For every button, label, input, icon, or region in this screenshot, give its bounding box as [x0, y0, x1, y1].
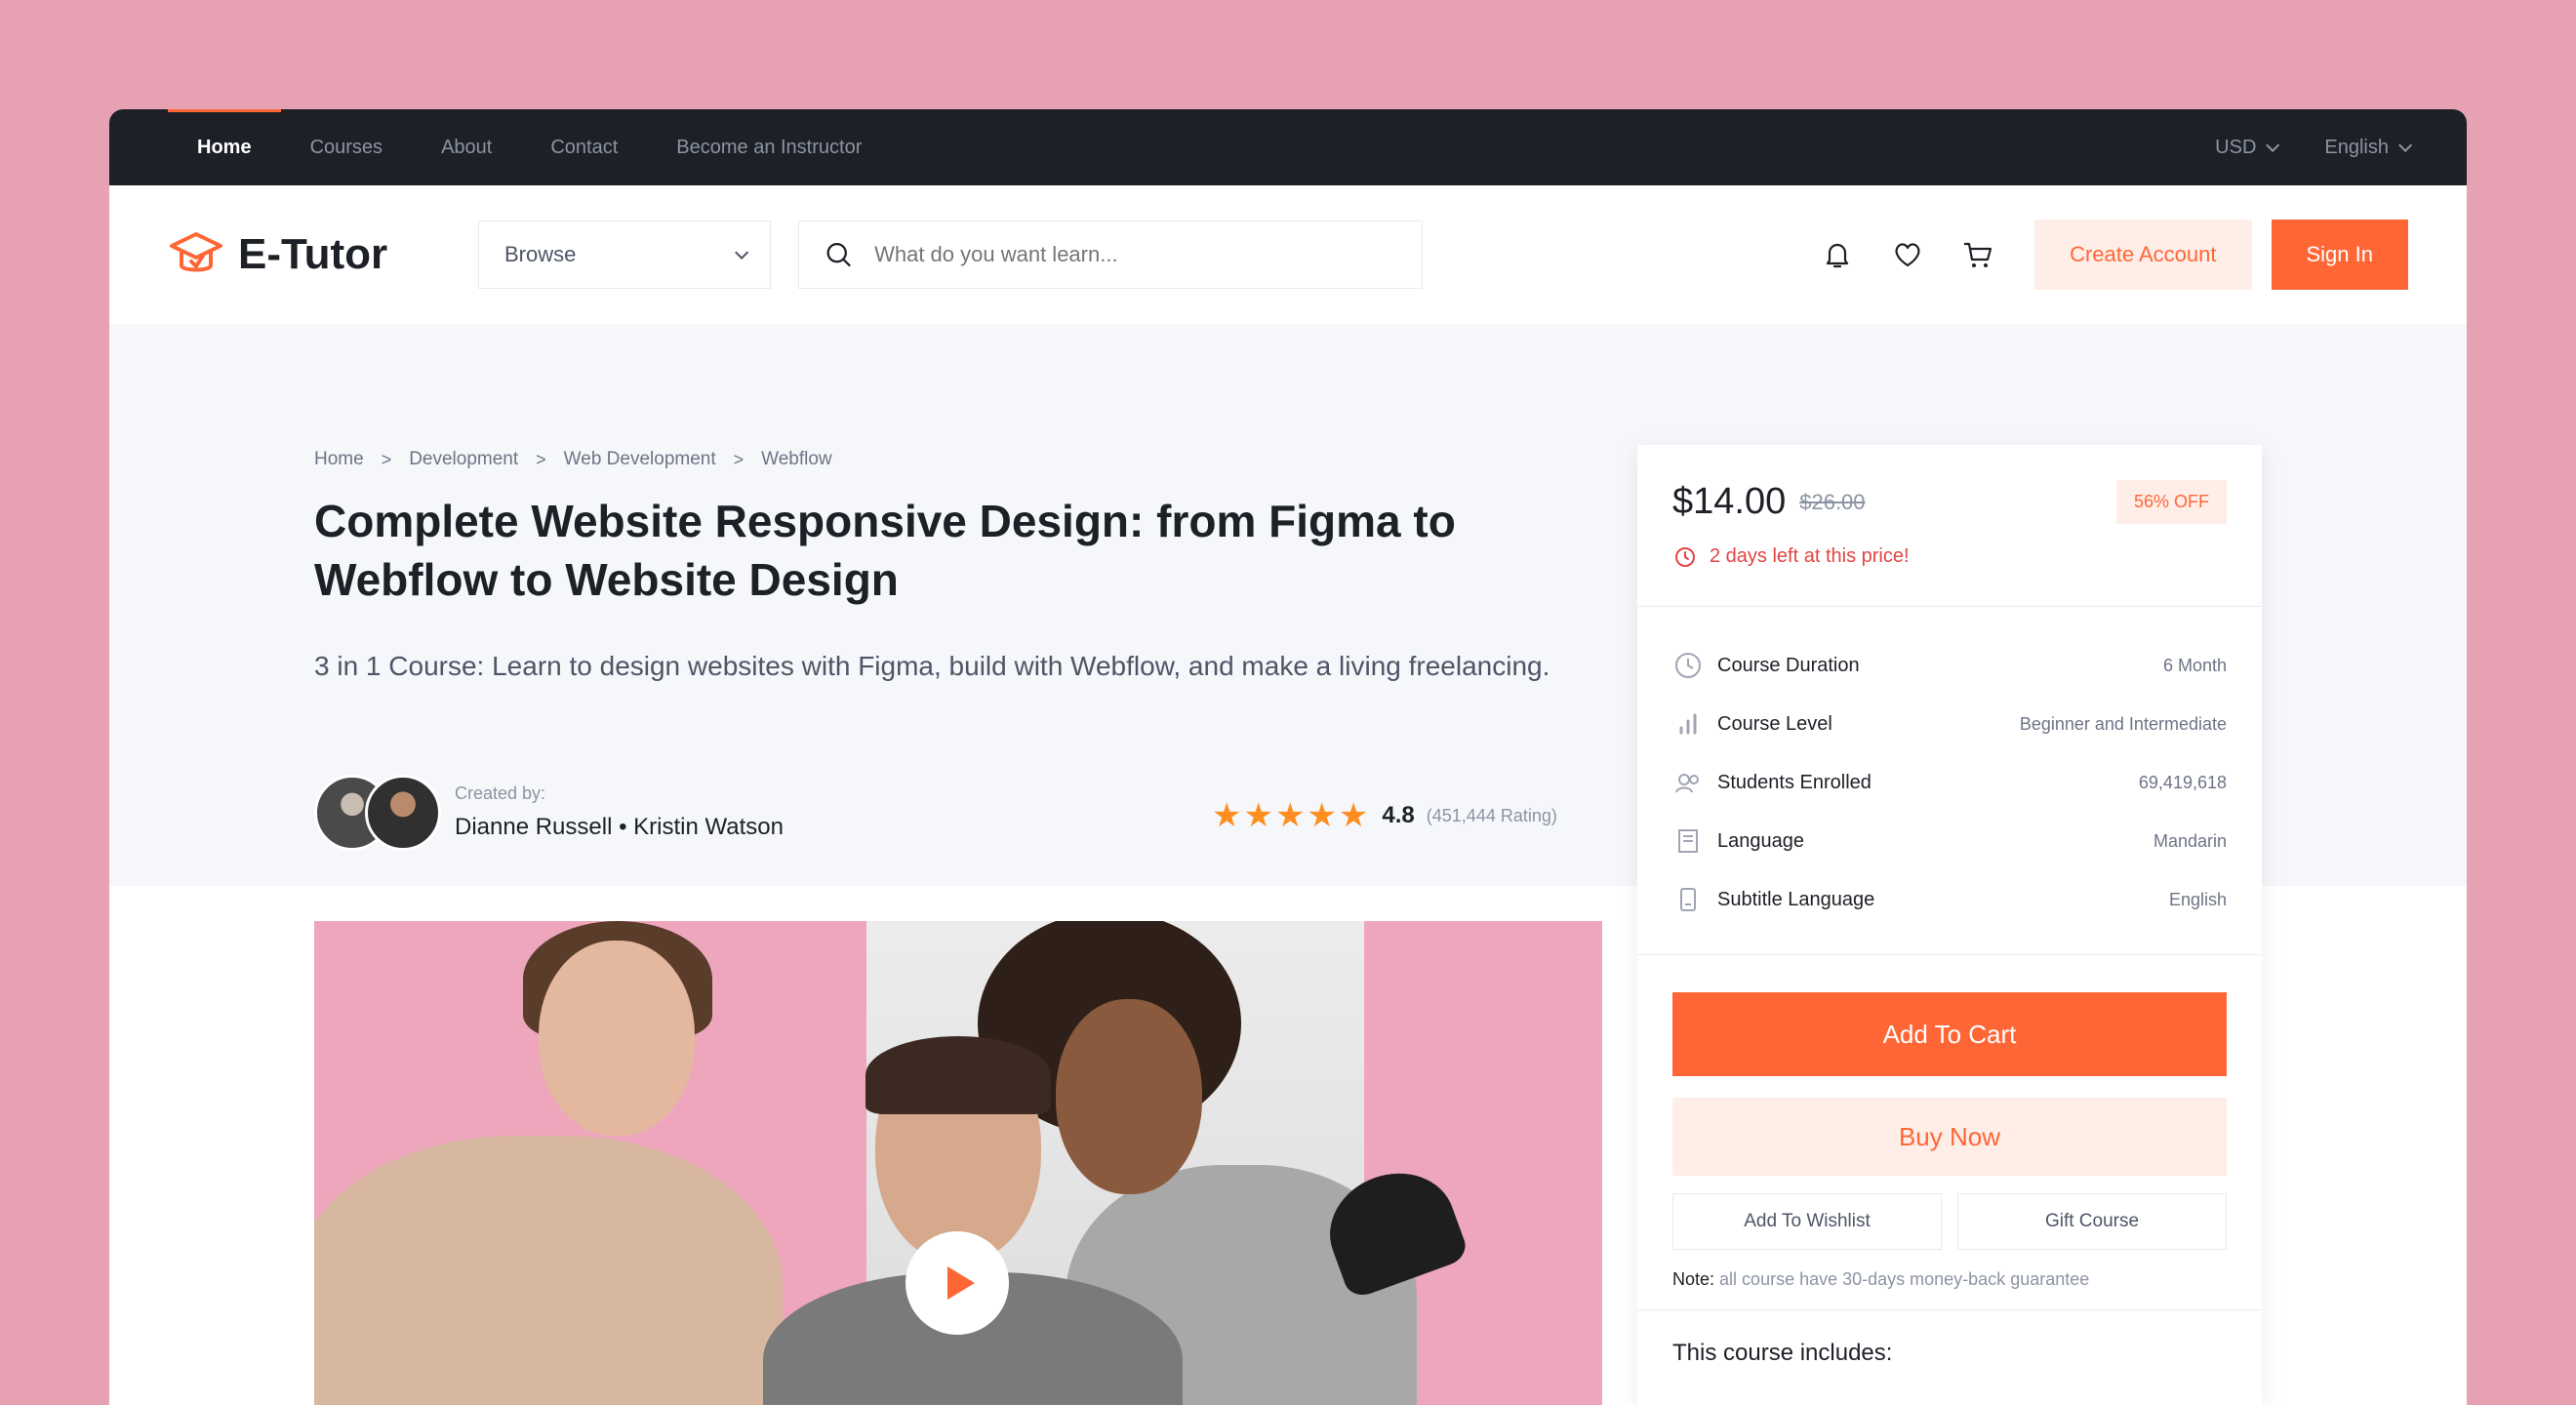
chevron-down-icon — [735, 245, 749, 260]
top-right-controls: USD English — [2215, 136, 2413, 159]
language-select[interactable]: English — [2324, 136, 2413, 159]
chevron-down-icon — [2266, 138, 2280, 152]
current-price: $14.00 — [1672, 481, 1787, 522]
info-key: Course Level — [1717, 712, 1832, 735]
nav-home[interactable]: Home — [168, 109, 281, 185]
chevron-right-icon: > — [536, 449, 546, 469]
guarantee-note: Note: all course have 30-days money-back… — [1672, 1269, 2227, 1290]
clock-icon — [1675, 653, 1701, 678]
top-bar: Home Courses About Contact Become an Ins… — [109, 109, 2467, 185]
nav-contact[interactable]: Contact — [521, 109, 647, 185]
search-icon — [826, 242, 851, 267]
secondary-actions: Add To Wishlist Gift Course — [1672, 1193, 2227, 1250]
main-header: E-Tutor Browse Create — [109, 185, 2467, 325]
add-to-cart-button[interactable]: Add To Cart — [1672, 992, 2227, 1076]
play-button[interactable] — [906, 1231, 1009, 1335]
browse-dropdown[interactable]: Browse — [478, 221, 771, 289]
deadline-text: 2 days left at this price! — [1710, 544, 1910, 567]
info-key: Students Enrolled — [1717, 771, 1872, 793]
video-person — [1056, 999, 1202, 1194]
brand-name: E-Tutor — [238, 230, 388, 278]
course-info-list: Course Duration 6 Month Course Level Beg… — [1637, 607, 2262, 955]
breadcrumb-webflow[interactable]: Webflow — [761, 449, 832, 470]
info-level: Course Level Beginner and Intermediate — [1672, 695, 2227, 753]
currency-value: USD — [2215, 136, 2257, 158]
instructor-names[interactable]: Dianne Russell • Kristin Watson — [455, 814, 784, 841]
breadcrumb: Home > Development > Web Development > W… — [314, 449, 832, 470]
top-nav: Home Courses About Contact Become an Ins… — [168, 109, 891, 185]
gift-course-button[interactable]: Gift Course — [1957, 1193, 2227, 1250]
price-deadline: 2 days left at this price! — [1672, 524, 2227, 606]
search-box[interactable] — [798, 221, 1423, 289]
video-person — [865, 1036, 1051, 1114]
info-value: 69,419,618 — [2138, 772, 2227, 792]
currency-select[interactable]: USD — [2215, 136, 2280, 159]
video-person — [314, 1136, 783, 1405]
info-key: Subtitle Language — [1717, 888, 1875, 910]
instructor-avatars — [314, 775, 441, 851]
info-language: Language Mandarin — [1672, 812, 2227, 870]
course-title: Complete Website Responsive Design: from… — [314, 496, 1456, 605]
nav-become-instructor[interactable]: Become an Instructor — [647, 109, 891, 185]
info-value: Beginner and Intermediate — [2019, 713, 2227, 734]
course-includes-heading: This course includes: — [1672, 1340, 1893, 1366]
users-icon — [1675, 774, 1699, 793]
browser-window: Home Courses About Contact Become an Ins… — [109, 109, 2467, 1405]
nav-about[interactable]: About — [412, 109, 521, 185]
heart-icon[interactable] — [1890, 237, 1925, 272]
add-to-wishlist-button[interactable]: Add To Wishlist — [1672, 1193, 1942, 1250]
chevron-right-icon: > — [381, 449, 392, 469]
cart-icon[interactable] — [1960, 237, 1995, 272]
avatar[interactable] — [365, 775, 441, 851]
course-preview-video[interactable] — [314, 921, 1602, 1405]
info-key: Language — [1717, 829, 1804, 852]
purchase-card: $14.00 $26.00 56% OFF 2 days left at thi… — [1637, 445, 2262, 1405]
chevron-down-icon — [2398, 138, 2413, 152]
price-section: $14.00 $26.00 56% OFF 2 days left at thi… — [1637, 445, 2262, 607]
header-icons — [1820, 237, 1995, 272]
sign-in-button[interactable]: Sign In — [2271, 220, 2408, 290]
info-duration: Course Duration 6 Month — [1672, 636, 2227, 695]
video-person — [539, 941, 695, 1136]
star-rating-icons: ★★★★★ — [1212, 797, 1371, 834]
buy-now-button[interactable]: Buy Now — [1672, 1098, 2227, 1176]
info-value: 6 Month — [2162, 655, 2227, 675]
rating-count: (451,444 Rating) — [1426, 805, 1557, 825]
alarm-clock-icon — [1675, 547, 1695, 567]
note-label: Note: — [1672, 1269, 1715, 1289]
nav-courses[interactable]: Courses — [281, 109, 412, 185]
price-row: $14.00 $26.00 56% OFF — [1672, 445, 2227, 524]
bar-chart-icon — [1679, 713, 1697, 735]
bell-icon[interactable] — [1820, 237, 1855, 272]
discount-badge: 56% OFF — [2115, 480, 2227, 524]
rating-value: 4.8 — [1382, 802, 1415, 828]
search-input[interactable] — [872, 241, 1396, 268]
created-by-label: Created by: — [455, 783, 546, 803]
instructors: Created by: Dianne Russell • Kristin Wat… — [314, 775, 784, 851]
language-value: English — [2324, 136, 2389, 158]
info-key: Course Duration — [1717, 654, 1860, 676]
note-text: all course have 30-days money-back guara… — [1719, 1269, 2090, 1289]
notebook-icon — [1678, 829, 1698, 853]
info-subtitle-language: Subtitle Language English — [1672, 870, 2227, 929]
info-students: Students Enrolled 69,419,618 — [1672, 753, 2227, 812]
course-subtitle: 3 in 1 Course: Learn to design websites … — [314, 651, 1550, 681]
graduation-cap-icon — [170, 232, 222, 272]
breadcrumb-home[interactable]: Home — [314, 449, 364, 470]
notepad-icon — [1680, 888, 1696, 911]
create-account-button[interactable]: Create Account — [2034, 220, 2252, 290]
info-value: English — [2168, 889, 2227, 909]
breadcrumb-web-development[interactable]: Web Development — [564, 449, 716, 470]
chevron-right-icon: > — [733, 449, 745, 469]
original-price: $26.00 — [1799, 489, 1866, 514]
course-rating: ★★★★★ 4.8 (451,444 Rating) — [1212, 796, 1557, 835]
info-value: Mandarin — [2153, 830, 2227, 851]
instructor-text: Created by: Dianne Russell • Kristin Wat… — [455, 783, 784, 841]
brand-logo[interactable]: E-Tutor — [168, 226, 478, 283]
purchase-actions: Add To Cart Buy Now Add To Wishlist Gift… — [1637, 955, 2262, 1310]
breadcrumb-development[interactable]: Development — [409, 449, 518, 470]
browse-label: Browse — [504, 242, 577, 266]
